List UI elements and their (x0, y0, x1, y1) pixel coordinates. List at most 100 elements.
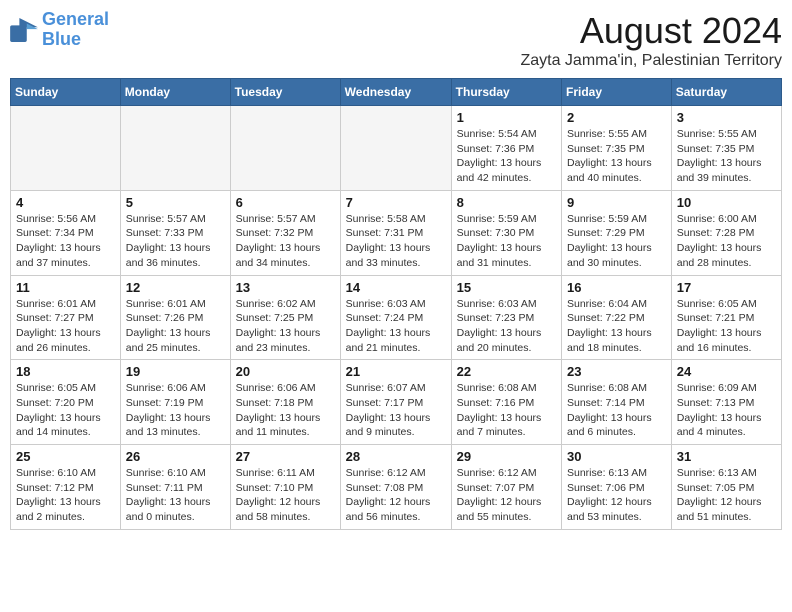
calendar-week-row: 25Sunrise: 6:10 AM Sunset: 7:12 PM Dayli… (11, 445, 782, 530)
day-info: Sunrise: 6:08 AM Sunset: 7:16 PM Dayligh… (457, 381, 556, 440)
day-number: 10 (677, 195, 776, 210)
day-number: 6 (236, 195, 335, 210)
calendar-cell: 16 Sunrise: 6:04 AM Sunset: 7:22 PM Dayli… (562, 275, 672, 360)
calendar-cell (120, 106, 230, 191)
day-info: Sunrise: 6:03 AM Sunset: 7:23 PM Dayligh… (457, 297, 556, 356)
calendar-cell: 15 Sunrise: 6:03 AM Sunset: 7:23 PM Dayli… (451, 275, 561, 360)
weekday-header: Thursday (451, 79, 561, 106)
day-info: Sunrise: 6:13 AM Sunset: 7:05 PM Dayligh… (677, 466, 776, 525)
day-info: Sunrise: 6:02 AM Sunset: 7:25 PM Dayligh… (236, 297, 335, 356)
day-info: Sunrise: 5:55 AM Sunset: 7:35 PM Dayligh… (677, 127, 776, 186)
weekday-header: Monday (120, 79, 230, 106)
day-info: Sunrise: 5:55 AM Sunset: 7:35 PM Dayligh… (567, 127, 666, 186)
day-info: Sunrise: 6:03 AM Sunset: 7:24 PM Dayligh… (346, 297, 446, 356)
day-number: 24 (677, 364, 776, 379)
calendar-cell: 17 Sunrise: 6:05 AM Sunset: 7:21 PM Dayli… (671, 275, 781, 360)
day-info: Sunrise: 5:58 AM Sunset: 7:31 PM Dayligh… (346, 212, 446, 271)
calendar-table: SundayMondayTuesdayWednesdayThursdayFrid… (10, 78, 782, 530)
calendar-cell: 9Sunrise: 5:59 AM Sunset: 7:29 PM Daylig… (562, 190, 672, 275)
day-number: 4 (16, 195, 115, 210)
day-number: 23 (567, 364, 666, 379)
day-number: 19 (126, 364, 225, 379)
calendar-cell: 19 Sunrise: 6:06 AM Sunset: 7:19 PM Dayli… (120, 360, 230, 445)
weekday-header: Wednesday (340, 79, 451, 106)
day-number: 28 (346, 449, 446, 464)
weekday-header: Sunday (11, 79, 121, 106)
calendar-week-row: 4 Sunrise: 5:56 AM Sunset: 7:34 PM Daylig… (11, 190, 782, 275)
day-number: 16 (567, 280, 666, 295)
logo-icon (10, 18, 38, 42)
day-info: Sunrise: 6:01 AM Sunset: 7:26 PM Dayligh… (126, 297, 225, 356)
day-info: Sunrise: 6:00 AM Sunset: 7:28 PM Dayligh… (677, 212, 776, 271)
day-info: Sunrise: 5:56 AM Sunset: 7:34 PM Dayligh… (16, 212, 115, 271)
day-number: 22 (457, 364, 556, 379)
calendar-cell: 31 Sunrise: 6:13 AM Sunset: 7:05 PM Dayli… (671, 445, 781, 530)
day-number: 1 (457, 110, 556, 125)
calendar-week-row: 1 Sunrise: 5:54 AM Sunset: 7:36 PM Daylig… (11, 106, 782, 191)
weekday-header: Tuesday (230, 79, 340, 106)
calendar-cell: 20 Sunrise: 6:06 AM Sunset: 7:18 PM Dayli… (230, 360, 340, 445)
day-number: 18 (16, 364, 115, 379)
calendar-cell: 1 Sunrise: 5:54 AM Sunset: 7:36 PM Daylig… (451, 106, 561, 191)
calendar-cell (11, 106, 121, 191)
day-info: Sunrise: 6:09 AM Sunset: 7:13 PM Dayligh… (677, 381, 776, 440)
day-info: Sunrise: 6:05 AM Sunset: 7:21 PM Dayligh… (677, 297, 776, 356)
calendar-cell: 7 Sunrise: 5:58 AM Sunset: 7:31 PM Daylig… (340, 190, 451, 275)
day-number: 8 (457, 195, 556, 210)
day-number: 27 (236, 449, 335, 464)
day-number: 15 (457, 280, 556, 295)
calendar-week-row: 11Sunrise: 6:01 AM Sunset: 7:27 PM Dayli… (11, 275, 782, 360)
day-number: 29 (457, 449, 556, 464)
day-number: 20 (236, 364, 335, 379)
calendar-cell: 10 Sunrise: 6:00 AM Sunset: 7:28 PM Dayli… (671, 190, 781, 275)
calendar-cell: 29 Sunrise: 6:12 AM Sunset: 7:07 PM Dayli… (451, 445, 561, 530)
logo: General Blue (10, 10, 109, 50)
calendar-cell: 13Sunrise: 6:02 AM Sunset: 7:25 PM Dayli… (230, 275, 340, 360)
day-info: Sunrise: 5:57 AM Sunset: 7:33 PM Dayligh… (126, 212, 225, 271)
calendar-cell: 3Sunrise: 5:55 AM Sunset: 7:35 PM Daylig… (671, 106, 781, 191)
day-number: 12 (126, 280, 225, 295)
logo-text: General Blue (42, 10, 109, 50)
weekday-header-row: SundayMondayTuesdayWednesdayThursdayFrid… (11, 79, 782, 106)
day-info: Sunrise: 6:01 AM Sunset: 7:27 PM Dayligh… (16, 297, 115, 356)
day-info: Sunrise: 6:05 AM Sunset: 7:20 PM Dayligh… (16, 381, 115, 440)
calendar-cell: 5 Sunrise: 5:57 AM Sunset: 7:33 PM Daylig… (120, 190, 230, 275)
day-info: Sunrise: 6:06 AM Sunset: 7:19 PM Dayligh… (126, 381, 225, 440)
day-number: 21 (346, 364, 446, 379)
day-info: Sunrise: 6:12 AM Sunset: 7:08 PM Dayligh… (346, 466, 446, 525)
calendar-cell: 21Sunrise: 6:07 AM Sunset: 7:17 PM Dayli… (340, 360, 451, 445)
calendar-cell: 27 Sunrise: 6:11 AM Sunset: 7:10 PM Dayli… (230, 445, 340, 530)
day-info: Sunrise: 6:11 AM Sunset: 7:10 PM Dayligh… (236, 466, 335, 525)
day-info: Sunrise: 6:10 AM Sunset: 7:12 PM Dayligh… (16, 466, 115, 525)
day-number: 30 (567, 449, 666, 464)
calendar-cell: 26 Sunrise: 6:10 AM Sunset: 7:11 PM Dayli… (120, 445, 230, 530)
day-info: Sunrise: 5:54 AM Sunset: 7:36 PM Dayligh… (457, 127, 556, 186)
title-section: August 2024 Zayta Jamma'in, Palestinian … (520, 10, 782, 70)
calendar-cell (230, 106, 340, 191)
day-info: Sunrise: 6:10 AM Sunset: 7:11 PM Dayligh… (126, 466, 225, 525)
calendar-cell: 22 Sunrise: 6:08 AM Sunset: 7:16 PM Dayli… (451, 360, 561, 445)
calendar-cell: 8Sunrise: 5:59 AM Sunset: 7:30 PM Daylig… (451, 190, 561, 275)
day-number: 5 (126, 195, 225, 210)
day-info: Sunrise: 6:04 AM Sunset: 7:22 PM Dayligh… (567, 297, 666, 356)
day-number: 31 (677, 449, 776, 464)
day-info: Sunrise: 6:12 AM Sunset: 7:07 PM Dayligh… (457, 466, 556, 525)
calendar-cell: 30 Sunrise: 6:13 AM Sunset: 7:06 PM Dayli… (562, 445, 672, 530)
calendar-cell: 2 Sunrise: 5:55 AM Sunset: 7:35 PM Daylig… (562, 106, 672, 191)
day-number: 7 (346, 195, 446, 210)
day-number: 26 (126, 449, 225, 464)
day-number: 2 (567, 110, 666, 125)
day-number: 9 (567, 195, 666, 210)
calendar-cell (340, 106, 451, 191)
day-info: Sunrise: 6:13 AM Sunset: 7:06 PM Dayligh… (567, 466, 666, 525)
main-title: August 2024 (520, 10, 782, 52)
day-info: Sunrise: 5:57 AM Sunset: 7:32 PM Dayligh… (236, 212, 335, 271)
weekday-header: Friday (562, 79, 672, 106)
day-info: Sunrise: 6:08 AM Sunset: 7:14 PM Dayligh… (567, 381, 666, 440)
calendar-cell: 18 Sunrise: 6:05 AM Sunset: 7:20 PM Dayli… (11, 360, 121, 445)
day-info: Sunrise: 6:06 AM Sunset: 7:18 PM Dayligh… (236, 381, 335, 440)
subtitle: Zayta Jamma'in, Palestinian Territory (520, 52, 782, 70)
day-number: 17 (677, 280, 776, 295)
calendar-cell: 25Sunrise: 6:10 AM Sunset: 7:12 PM Dayli… (11, 445, 121, 530)
calendar-cell: 4 Sunrise: 5:56 AM Sunset: 7:34 PM Daylig… (11, 190, 121, 275)
